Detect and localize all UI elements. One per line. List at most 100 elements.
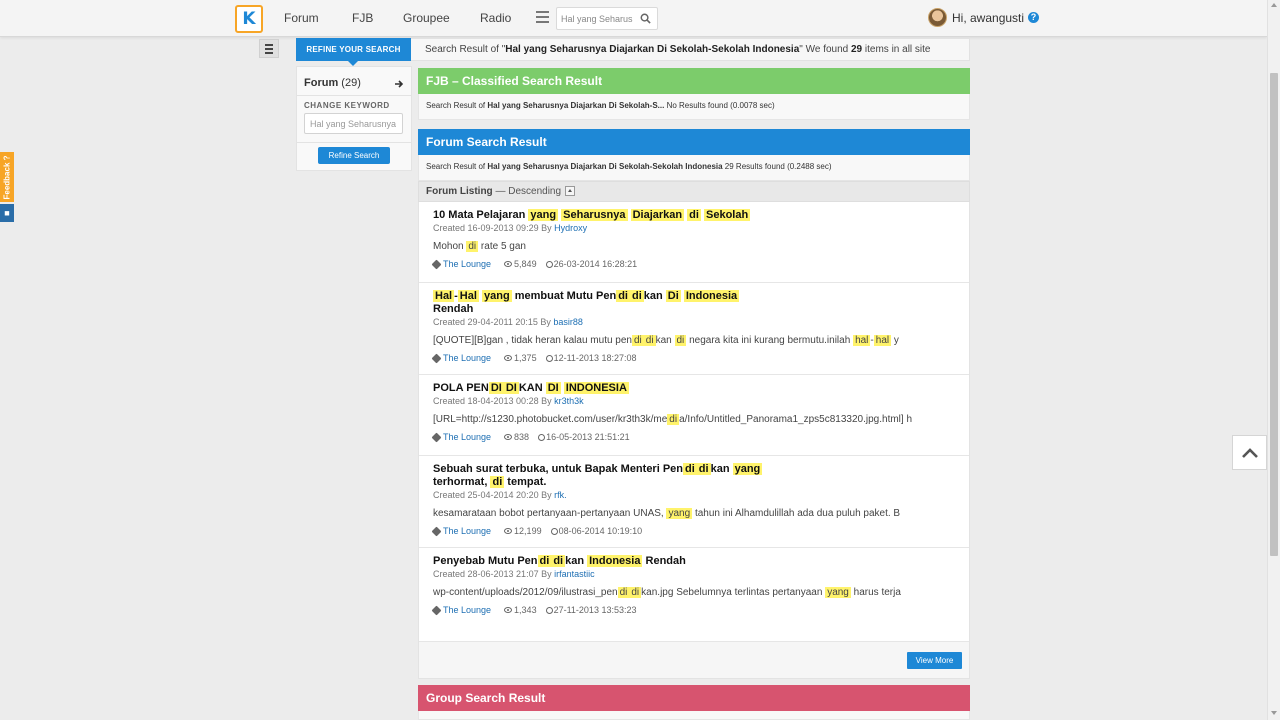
excerpt-text: rate 5 gan bbox=[478, 241, 526, 252]
thread-author-link[interactable]: kr3th3k bbox=[554, 396, 584, 406]
refine-search-button[interactable]: Refine Search bbox=[318, 147, 390, 164]
menu-icon[interactable] bbox=[536, 11, 549, 23]
thread-title[interactable]: Hal - Hal yang membuat Mutu Pen di di kan Di … bbox=[433, 290, 955, 316]
help-icon[interactable]: ? bbox=[1028, 12, 1040, 23]
thread-title[interactable]: Penyebab Mutu Pen di di kan Indonesia Renda… bbox=[433, 555, 955, 568]
excerpt-highlight: di bbox=[643, 335, 656, 346]
thread-created-date: Created 18-04-2013 00:28 By bbox=[433, 396, 555, 406]
thread-item: Penyebab Mutu Pen di di kan Indonesia Renda… bbox=[419, 548, 969, 642]
feedback-tab[interactable]: Feedback ? bbox=[0, 152, 14, 202]
thread-last-post: 26-03-2014 16:28:21 bbox=[553, 259, 638, 269]
back-to-top-button[interactable] bbox=[1232, 435, 1267, 470]
title-highlight: di bbox=[551, 555, 566, 567]
thread-author-link[interactable]: basir88 bbox=[553, 317, 583, 327]
title-text: 10 Mata Pelajaran bbox=[433, 209, 529, 221]
kaskus-logo-icon[interactable]: K bbox=[235, 5, 263, 33]
view-more-area: View More bbox=[418, 642, 970, 679]
thread-category-link[interactable]: The Lounge bbox=[443, 605, 491, 615]
title-highlight: Indonesia bbox=[683, 290, 740, 302]
refine-forum-filter[interactable]: Forum (29) bbox=[304, 77, 361, 89]
thread-item: POLA PEN DI DI KAN DI INDONESIA Created 18-0… bbox=[419, 375, 969, 456]
thread-author-link[interactable]: Hydroxy bbox=[554, 223, 587, 233]
fjb-section-title: FJB – Classified Search Result bbox=[418, 68, 970, 94]
scroll-thumb[interactable] bbox=[1270, 73, 1278, 556]
tag-icon bbox=[431, 353, 442, 363]
title-highlight: Seharusnya bbox=[561, 209, 628, 221]
search-icon[interactable] bbox=[640, 13, 651, 24]
excerpt-text: [QUOTE][B]gan , tidak heran kalau mutu p… bbox=[433, 335, 632, 346]
excerpt-highlight: di bbox=[629, 587, 642, 598]
thread-category-link[interactable]: The Lounge bbox=[443, 259, 491, 269]
title-text: Penyebab Mutu Pen bbox=[433, 555, 538, 567]
title-text: KAN bbox=[518, 382, 546, 394]
thread-list: 10 Mata Pelajaran yang Seharusnya Diajar… bbox=[418, 202, 970, 642]
title-highlight: di bbox=[683, 463, 697, 475]
page-scrollbar[interactable] bbox=[1267, 0, 1280, 720]
excerpt-highlight: yang bbox=[825, 587, 851, 598]
eye-icon bbox=[504, 607, 513, 613]
fjb-info-query: Hal yang Seharusnya Diajarkan Di Sekolah… bbox=[487, 101, 665, 110]
thread-created: Created 28-06-2013 21:07 By irfantastiic bbox=[433, 569, 955, 579]
thread-views: 1,343 bbox=[514, 605, 537, 615]
title-text: membuat Mutu Pen bbox=[511, 290, 617, 302]
excerpt-highlight: hal bbox=[853, 335, 871, 346]
thread-category-link[interactable]: The Lounge bbox=[443, 432, 491, 442]
excerpt-text: kan.jpg Sebelumnya terlintas pertanyaan bbox=[641, 587, 826, 598]
chevron-right-icon[interactable] bbox=[394, 79, 404, 89]
thread-category-link[interactable]: The Lounge bbox=[443, 353, 491, 363]
nav-fjb-link[interactable]: FJB bbox=[352, 11, 373, 25]
thread-excerpt: wp-content/uploads/2012/09/ilustrasi_pen… bbox=[433, 587, 955, 598]
title-highlight: DI bbox=[488, 382, 504, 394]
user-menu[interactable]: Hi, awangusti ? bbox=[928, 8, 1040, 27]
clock-icon bbox=[545, 260, 553, 268]
listing-order: — Descending bbox=[492, 186, 562, 197]
thread-last-post: 12-11-2013 18:27:08 bbox=[553, 353, 637, 363]
thread-category-link[interactable]: The Lounge bbox=[443, 526, 491, 536]
eye-icon bbox=[504, 528, 513, 534]
summary-suffix: items in all site bbox=[862, 44, 931, 55]
user-greeting[interactable]: Hi, awangusti bbox=[952, 11, 1024, 25]
excerpt-text: tahun ini Alhamdulillah ada dua puluh pa… bbox=[692, 508, 901, 519]
sort-asc-icon[interactable] bbox=[565, 186, 576, 197]
excerpt-highlight: di bbox=[466, 241, 479, 252]
thread-author-link[interactable]: irfantastiic bbox=[554, 569, 595, 579]
keyword-input[interactable] bbox=[304, 113, 403, 134]
title-text: tempat. bbox=[504, 476, 547, 488]
top-navbar: K Forum FJB Groupee Radio Hi, awangusti … bbox=[0, 0, 1267, 37]
thread-title[interactable]: Sebuah surat terbuka, untuk Bapak Menter… bbox=[433, 463, 955, 489]
excerpt-text: kesamarataan bobot pertanyaan-pertanyaan… bbox=[433, 508, 667, 519]
group-result-info bbox=[418, 711, 970, 720]
thread-last-post: 08-06-2014 10:19:10 bbox=[558, 526, 643, 536]
title-highlight: Diajarkan bbox=[630, 209, 685, 221]
view-more-button[interactable]: View More bbox=[907, 652, 962, 669]
thread-title[interactable]: 10 Mata Pelajaran yang Seharusnya Diajar… bbox=[433, 209, 955, 222]
sidebar-toggle-icon[interactable] bbox=[259, 39, 279, 58]
search-input[interactable] bbox=[561, 11, 633, 26]
avatar[interactable] bbox=[928, 8, 947, 27]
group-section-title: Group Search Result bbox=[418, 685, 970, 711]
nav-radio-link[interactable]: Radio bbox=[480, 11, 511, 25]
title-highlight: yang bbox=[732, 463, 763, 475]
refine-forum-label[interactable]: Forum bbox=[304, 77, 338, 89]
title-highlight: Sekolah bbox=[704, 209, 751, 221]
forum-section-title: Forum Search Result bbox=[418, 129, 970, 155]
thread-title[interactable]: POLA PEN DI DI KAN DI INDONESIA bbox=[433, 382, 955, 395]
eye-icon bbox=[504, 261, 513, 267]
title-text: kan bbox=[565, 555, 588, 567]
feedback-person-icon[interactable]: ■ bbox=[0, 204, 14, 222]
nav-forum-link[interactable]: Forum bbox=[284, 11, 319, 25]
refine-search-tab[interactable]: REFINE YOUR SEARCH bbox=[296, 38, 411, 66]
title-highlight: di bbox=[696, 463, 711, 475]
nav-groupee-link[interactable]: Groupee bbox=[403, 11, 450, 25]
summary-prefix: Search Result of " bbox=[425, 44, 506, 55]
excerpt-text: Mohon bbox=[433, 241, 467, 252]
thread-meta: The Lounge 1,343 27-11-2013 13:53:23 bbox=[431, 605, 955, 615]
scroll-down-arrow[interactable] bbox=[1271, 711, 1277, 715]
title-highlight: INDONESIA bbox=[563, 382, 629, 394]
refine-forum-count: (29) bbox=[341, 77, 361, 89]
search-box bbox=[556, 7, 658, 30]
tag-icon bbox=[431, 259, 442, 269]
scroll-up-arrow[interactable] bbox=[1271, 3, 1277, 7]
thread-author-link[interactable]: rfk. bbox=[554, 490, 567, 500]
thread-views: 838 bbox=[514, 432, 530, 442]
